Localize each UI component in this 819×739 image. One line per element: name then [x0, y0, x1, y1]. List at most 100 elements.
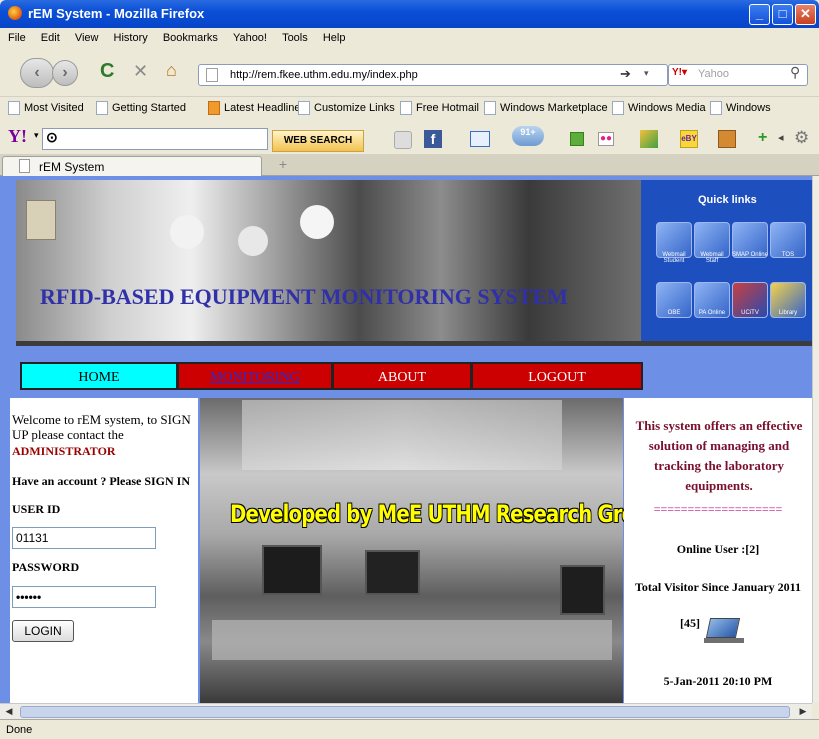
- menu-home[interactable]: HOME: [20, 362, 178, 390]
- toolbar-addon-icon[interactable]: [394, 131, 412, 149]
- quick-link-label: Webmail Staff: [700, 252, 724, 264]
- menu-view[interactable]: View: [75, 28, 99, 48]
- quick-links-title: Quick links: [698, 194, 757, 206]
- total-visitor-label: Total Visitor Since January 2011: [634, 580, 802, 594]
- visitor-count: [45]: [680, 616, 700, 630]
- tab-rem-system[interactable]: rEM System: [2, 156, 262, 176]
- lab-window-icon: [242, 400, 562, 470]
- back-button[interactable]: ‹: [20, 58, 54, 88]
- yahoo-search-input[interactable]: [42, 128, 268, 150]
- yahoo-search-icon: ⊙: [46, 129, 58, 145]
- menu-about[interactable]: ABOUT: [332, 362, 472, 390]
- close-button[interactable]: ✕: [795, 4, 816, 25]
- header-person-icon: [238, 226, 268, 256]
- rss-icon: [208, 101, 220, 115]
- yahoo-logo-icon[interactable]: Y!: [8, 126, 27, 147]
- web-search-button[interactable]: WEB SEARCH: [272, 130, 364, 152]
- online-user-count: Online User :[2]: [676, 542, 760, 556]
- add-button-icon[interactable]: +: [758, 129, 767, 147]
- status-text: Done: [6, 724, 33, 736]
- laptop-icon: [705, 618, 741, 638]
- url-dropdown-icon[interactable]: ▾: [644, 68, 649, 79]
- menu-monitoring[interactable]: MONITORING: [177, 362, 333, 390]
- menu-bar: File Edit View History Bookmarks Yahoo! …: [0, 28, 819, 48]
- url-text: http://rem.fkee.uthm.edu.my/index.php: [230, 69, 418, 81]
- go-arrow-icon[interactable]: ➔: [620, 66, 631, 82]
- menu-tools[interactable]: Tools: [282, 28, 308, 48]
- bookmark-free-hotmail[interactable]: Free Hotmail: [416, 102, 479, 114]
- stop-icon[interactable]: ✕: [133, 61, 148, 82]
- system-banner: RFID-BASED EQUIPMENT MONITORING SYSTEM: [40, 284, 568, 309]
- date-time: 5-Jan-2011 20:10 PM: [663, 674, 773, 688]
- tab-page-icon: [19, 159, 30, 173]
- password-input[interactable]: [12, 586, 156, 608]
- header-person-icon: [300, 205, 334, 239]
- laptop-base-icon: [704, 638, 744, 643]
- bookmark-most-visited[interactable]: Most Visited: [24, 102, 84, 114]
- login-button[interactable]: LOGIN: [12, 620, 74, 642]
- scroll-left-arrow-icon[interactable]: ◀: [2, 706, 16, 718]
- menu-edit[interactable]: Edit: [41, 28, 60, 48]
- bookmark-windows[interactable]: Windows: [726, 102, 771, 114]
- search-icon[interactable]: ⚲: [790, 64, 800, 81]
- toolbar-scroll-left-icon[interactable]: ◂: [778, 131, 784, 144]
- bookmark-windows-media[interactable]: Windows Media: [628, 102, 706, 114]
- bookmark-icon: [400, 101, 412, 115]
- tab-title: rEM System: [39, 160, 105, 174]
- header-person-icon: [170, 215, 204, 249]
- quick-link-label: SMAP Online: [732, 252, 768, 258]
- games-icon[interactable]: [718, 130, 736, 148]
- bookmark-icon: [710, 101, 722, 115]
- header-photo: [16, 180, 641, 344]
- ebay-icon[interactable]: eBY: [680, 130, 698, 148]
- firefox-icon: [8, 6, 22, 20]
- user-id-label: USER ID: [12, 502, 61, 516]
- reload-icon[interactable]: C: [100, 60, 114, 83]
- yahoo-dropdown-icon[interactable]: ▾: [34, 130, 39, 141]
- forward-button[interactable]: ›: [52, 60, 78, 86]
- password-label: PASSWORD: [12, 560, 80, 574]
- bookmark-latest-headlines[interactable]: Latest Headlines: [224, 102, 306, 114]
- bookmark-windows-marketplace[interactable]: Windows Marketplace: [500, 102, 608, 114]
- administrator-link[interactable]: ADMINISTRATOR: [12, 444, 116, 459]
- welcome-text: Welcome to rEM system, to SIGN UP please…: [12, 412, 191, 442]
- new-tab-button[interactable]: +: [272, 156, 294, 174]
- menu-file[interactable]: File: [8, 28, 26, 48]
- mail-count-badge[interactable]: 91+: [512, 126, 544, 146]
- scroll-right-arrow-icon[interactable]: ▶: [796, 706, 810, 718]
- menu-history[interactable]: History: [114, 28, 148, 48]
- mail-icon[interactable]: [470, 131, 490, 147]
- horizontal-scrollbar[interactable]: ◀ ▶: [0, 703, 812, 719]
- lab-monitor-icon: [262, 545, 322, 595]
- flickr-icon[interactable]: ●●: [598, 132, 614, 146]
- menu-logout[interactable]: LOGOUT: [471, 362, 643, 390]
- facebook-icon[interactable]: f: [424, 130, 442, 148]
- bookmark-icon: [484, 101, 496, 115]
- scroll-thumb[interactable]: [20, 706, 790, 718]
- menu-help[interactable]: Help: [323, 28, 346, 48]
- bookmark-icon: [96, 101, 108, 115]
- window-title: rEM System - Mozilla Firefox: [28, 6, 205, 21]
- quick-link-label: OBE: [667, 310, 681, 316]
- menu-bookmarks[interactable]: Bookmarks: [163, 28, 218, 48]
- settings-gear-icon[interactable]: ⚙: [794, 128, 809, 148]
- page-icon: [206, 68, 218, 82]
- yahoo-search-engine-icon[interactable]: Y!▾: [672, 67, 687, 78]
- maximize-button[interactable]: □: [772, 4, 793, 25]
- weather-icon[interactable]: [640, 130, 658, 148]
- user-id-input[interactable]: [12, 527, 156, 549]
- vertical-scrollbar[interactable]: [812, 176, 819, 703]
- sign-in-prompt: Have an account ? Please SIGN IN: [12, 474, 190, 488]
- home-icon[interactable]: ⌂: [166, 60, 177, 81]
- search-placeholder: Yahoo: [698, 68, 729, 80]
- status-bar: Done: [0, 719, 819, 739]
- minimize-button[interactable]: _: [749, 4, 770, 25]
- bookmark-customize-links[interactable]: Customize Links: [314, 102, 395, 114]
- bookmark-getting-started[interactable]: Getting Started: [112, 102, 186, 114]
- login-panel: Welcome to rEM system, to SIGN UP please…: [10, 398, 198, 703]
- separator-line: ===================: [653, 502, 783, 516]
- menu-yahoo[interactable]: Yahoo!: [233, 28, 267, 48]
- developed-by-caption: Developed by MeE UTHM Research Group: [230, 500, 662, 528]
- search-box[interactable]: [668, 64, 808, 86]
- messenger-icon[interactable]: [570, 132, 584, 146]
